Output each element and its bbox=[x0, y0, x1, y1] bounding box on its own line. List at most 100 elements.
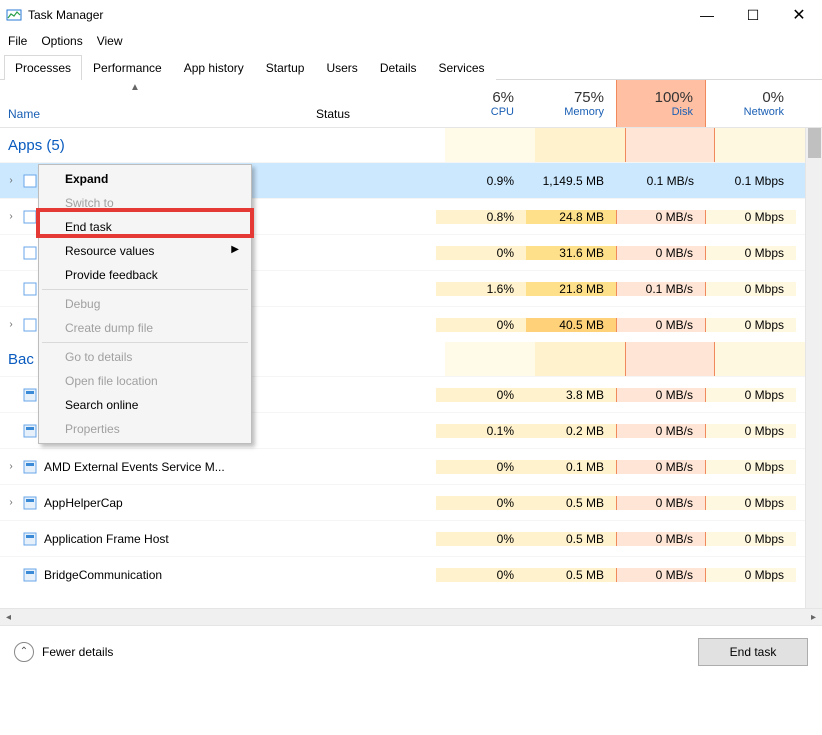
menu-view[interactable]: View bbox=[97, 34, 123, 48]
maximize-button[interactable]: ☐ bbox=[730, 0, 776, 30]
section-apps: Apps (5) bbox=[0, 128, 822, 162]
scroll-right-icon[interactable]: ▸ bbox=[805, 609, 822, 626]
cell-memory: 40.5 MB bbox=[526, 318, 616, 332]
cell-disk: 0 MB/s bbox=[616, 568, 706, 582]
cell-disk: 0.1 MB/s bbox=[616, 282, 706, 296]
cell-memory: 0.5 MB bbox=[526, 532, 616, 546]
ctx-expand[interactable]: Expand bbox=[41, 167, 249, 191]
ctx-separator bbox=[42, 289, 248, 290]
ctx-search-online[interactable]: Search online bbox=[41, 393, 249, 417]
process-row[interactable]: BridgeCommunication 0%0.5 MB0 MB/s0 Mbps bbox=[0, 556, 822, 592]
proc-icon bbox=[22, 317, 38, 333]
process-name: AMD External Events Service M... bbox=[44, 460, 225, 474]
proc-icon bbox=[22, 173, 38, 189]
chevron-up-icon: ⌃ bbox=[14, 642, 34, 662]
cell-network: 0 Mbps bbox=[706, 282, 796, 296]
titlebar: Task Manager — ☐ ✕ bbox=[0, 0, 822, 30]
cell-disk: 0 MB/s bbox=[616, 496, 706, 510]
chevron-right-icon: › bbox=[6, 461, 16, 472]
chevron-right-icon: › bbox=[6, 319, 16, 330]
ctx-properties: Properties bbox=[41, 417, 249, 441]
process-row[interactable]: ›AppHelperCap0%0.5 MB0 MB/s0 Mbps bbox=[0, 484, 822, 520]
service-icon bbox=[22, 495, 38, 511]
cell-memory: 31.6 MB bbox=[526, 246, 616, 260]
process-row[interactable]: ›AMD External Events Service M...0%0.1 M… bbox=[0, 448, 822, 484]
cell-network: 0 Mbps bbox=[706, 210, 796, 224]
column-network[interactable]: 0% Network bbox=[706, 80, 796, 127]
minimize-button[interactable]: — bbox=[684, 0, 730, 30]
ctx-debug: Debug bbox=[41, 292, 249, 316]
column-headers: ▲ Name Status 6% CPU 75% Memory 100% Dis… bbox=[0, 80, 822, 128]
fewer-details-toggle[interactable]: ⌃ Fewer details bbox=[14, 642, 113, 662]
cell-network: 0 Mbps bbox=[706, 246, 796, 260]
menu-options[interactable]: Options bbox=[41, 34, 82, 48]
scrollbar-vertical[interactable] bbox=[805, 128, 822, 608]
tab-services[interactable]: Services bbox=[428, 55, 496, 80]
sort-arrow-icon: ▲ bbox=[130, 82, 140, 93]
cell-network: 0 Mbps bbox=[706, 424, 796, 438]
cell-network: 0 Mbps bbox=[706, 318, 796, 332]
process-row[interactable]: Application Frame Host0%0.5 MB0 MB/s0 Mb… bbox=[0, 520, 822, 556]
cell-network: 0 Mbps bbox=[706, 460, 796, 474]
proc-icon bbox=[22, 245, 38, 261]
cell-cpu: 0% bbox=[436, 318, 526, 332]
cell-network: 0 Mbps bbox=[706, 388, 796, 402]
tab-bar: Processes Performance App history Startu… bbox=[0, 54, 822, 80]
service-icon bbox=[22, 531, 38, 547]
cell-network: 0 Mbps bbox=[706, 568, 796, 582]
column-status[interactable]: Status bbox=[312, 80, 436, 127]
cell-memory: 0.2 MB bbox=[526, 424, 616, 438]
column-memory[interactable]: 75% Memory bbox=[526, 80, 616, 127]
tab-users[interactable]: Users bbox=[315, 55, 368, 80]
cell-memory: 0.5 MB bbox=[526, 496, 616, 510]
tab-app-history[interactable]: App history bbox=[173, 55, 255, 80]
column-name[interactable]: Name bbox=[0, 80, 312, 127]
cell-disk: 0 MB/s bbox=[616, 388, 706, 402]
cell-cpu: 0% bbox=[436, 532, 526, 546]
cell-memory: 0.5 MB bbox=[526, 568, 616, 582]
context-menu: Expand Switch to End task Resource value… bbox=[38, 164, 252, 444]
service-icon bbox=[22, 459, 38, 475]
process-name: Application Frame Host bbox=[44, 532, 169, 546]
proc-icon bbox=[22, 209, 38, 225]
ctx-go-to-details: Go to details bbox=[41, 345, 249, 369]
cell-network: 0.1 Mbps bbox=[706, 174, 796, 188]
scroll-left-icon[interactable]: ◂ bbox=[0, 609, 17, 626]
column-disk[interactable]: 100% Disk bbox=[616, 80, 706, 127]
end-task-button[interactable]: End task bbox=[698, 638, 808, 666]
process-name: BridgeCommunication bbox=[44, 568, 162, 582]
service-icon bbox=[22, 567, 38, 583]
cell-disk: 0 MB/s bbox=[616, 318, 706, 332]
tab-details[interactable]: Details bbox=[369, 55, 428, 80]
ctx-switch-to: Switch to bbox=[41, 191, 249, 215]
tab-startup[interactable]: Startup bbox=[255, 55, 316, 80]
chevron-right-icon: › bbox=[6, 175, 16, 186]
close-button[interactable]: ✕ bbox=[776, 0, 822, 30]
cell-memory: 21.8 MB bbox=[526, 282, 616, 296]
chevron-right-icon: › bbox=[6, 211, 16, 222]
column-cpu[interactable]: 6% CPU bbox=[436, 80, 526, 127]
tab-processes[interactable]: Processes bbox=[4, 55, 82, 80]
cell-cpu: 0% bbox=[436, 388, 526, 402]
chevron-right-icon: ▶ bbox=[231, 244, 239, 255]
scrollbar-horizontal[interactable]: ◂ ▸ bbox=[0, 608, 822, 625]
cell-cpu: 0% bbox=[436, 246, 526, 260]
cell-memory: 1,149.5 MB bbox=[526, 174, 616, 188]
cell-memory: 0.1 MB bbox=[526, 460, 616, 474]
cell-cpu: 0.1% bbox=[436, 424, 526, 438]
proc-icon bbox=[22, 423, 38, 439]
process-name: AppHelperCap bbox=[44, 496, 123, 510]
ctx-open-location: Open file location bbox=[41, 369, 249, 393]
cell-cpu: 0% bbox=[436, 568, 526, 582]
ctx-end-task[interactable]: End task bbox=[41, 215, 249, 239]
footer: ⌃ Fewer details End task bbox=[0, 625, 822, 677]
ctx-resource-values[interactable]: Resource values ▶ bbox=[41, 239, 249, 263]
cell-disk: 0 MB/s bbox=[616, 424, 706, 438]
cell-disk: 0 MB/s bbox=[616, 246, 706, 260]
tab-performance[interactable]: Performance bbox=[82, 55, 173, 80]
ctx-provide-feedback[interactable]: Provide feedback bbox=[41, 263, 249, 287]
cell-disk: 0.1 MB/s bbox=[616, 174, 706, 188]
process-list: Apps (5) ›0.9%1,149.5 MB0.1 MB/s0.1 Mbps… bbox=[0, 128, 822, 608]
chevron-right-icon: › bbox=[6, 497, 16, 508]
menu-file[interactable]: File bbox=[8, 34, 27, 48]
